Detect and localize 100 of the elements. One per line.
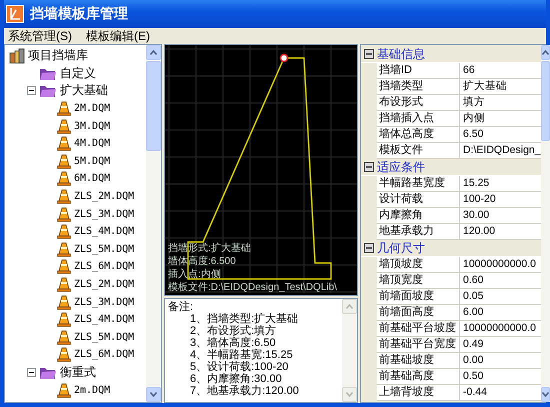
property-name: 前基础高度 xyxy=(377,369,460,384)
tree-item[interactable]: 2m.DQM xyxy=(74,384,110,396)
property-value[interactable]: -0.44 xyxy=(460,385,541,400)
insertion-point-marker[interactable] xyxy=(280,54,288,62)
cone-icon xyxy=(57,136,71,152)
property-name: 布设形式 xyxy=(377,95,460,110)
notes-field[interactable]: 备注: 1、挡墙类型:扩大基础 2、布设形式:填方 3、墙体高度:6.50 4、半幅路基宽:15.25 5、设计荷载:100-20 6、内摩擦角:30.00 7、地基承载力:120.00 xyxy=(164,298,358,403)
property-name: 前基础平台坡度 xyxy=(377,321,460,336)
cone-icon xyxy=(57,330,71,345)
property-value[interactable]: 10000000000.0 xyxy=(460,257,541,272)
menu-item[interactable]: 模板编辑(E) xyxy=(86,28,150,44)
tree-item[interactable]: 3M.DQM xyxy=(74,120,110,132)
property-name: 前基础平台宽度 xyxy=(377,337,460,352)
notes-line: 3、墙体高度:6.50 xyxy=(189,337,277,349)
tree-item[interactable]: 项目挡墙库 xyxy=(28,47,88,64)
property-name: 半幅路基宽度 xyxy=(377,176,460,191)
property-name: 上墙背坡度 xyxy=(377,385,460,400)
tree-item[interactable]: ZLS_5M.DQM xyxy=(74,244,134,255)
notes-line: 6、内摩擦角:30.00 xyxy=(189,373,283,385)
cone-icon xyxy=(57,259,71,274)
tree-item[interactable]: 扩大基础 xyxy=(60,82,108,100)
tree-item[interactable]: 6M.DQM xyxy=(74,173,110,184)
property-value[interactable]: 120.00 xyxy=(460,224,541,239)
property-value[interactable]: 0.50 xyxy=(460,369,541,384)
property-name: 前墙面坡度 xyxy=(377,289,460,304)
property-value[interactable]: 15.25 xyxy=(460,176,541,191)
tree-item[interactable]: 5M.DQM xyxy=(74,156,110,167)
folder-icon xyxy=(39,83,57,98)
notes-line: 4、半幅路基宽:15.25 xyxy=(189,349,294,361)
tree-item[interactable]: ZLS_2M.DQM xyxy=(74,191,134,202)
cone-icon xyxy=(57,294,71,310)
scroll-down-button[interactable] xyxy=(146,387,161,402)
collapse-toggle[interactable] xyxy=(27,368,36,377)
property-name: 墙顶坡度 xyxy=(377,257,460,272)
cone-icon xyxy=(57,242,71,257)
section-title: 几何尺寸 xyxy=(377,240,425,256)
tree-item[interactable]: ZLS_6M.DQM xyxy=(74,261,134,272)
property-value[interactable]: 10000000000.0 xyxy=(460,321,541,336)
property-value[interactable]: 66 xyxy=(460,63,541,78)
tree-item[interactable]: ZLS_2M.DQM xyxy=(74,279,134,290)
property-value[interactable]: 30.00 xyxy=(460,208,541,223)
cone-icon xyxy=(57,118,71,134)
scroll-thumb[interactable] xyxy=(146,61,161,151)
property-value[interactable]: 填方 xyxy=(460,95,541,110)
tree-item[interactable]: 衡重式 xyxy=(60,364,96,381)
tree-item[interactable]: ZLS_4M.DQM xyxy=(74,226,134,238)
property-value[interactable]: 100-20 xyxy=(460,192,541,207)
notes-line: 5、设计荷载:100-20 xyxy=(189,361,290,373)
property-value[interactable]: 0.60 xyxy=(460,273,541,288)
property-name: 墙顶宽度 xyxy=(377,273,460,288)
property-value[interactable]: 0.49 xyxy=(460,337,541,352)
property-section-header[interactable]: 基础信息 xyxy=(361,46,541,63)
property-name: 墙体总高度 xyxy=(377,127,460,142)
drawing-info-text: 墙体高度:6.500 xyxy=(168,255,237,268)
property-name: 设计荷载 xyxy=(377,192,460,207)
property-name: 地基承载力 xyxy=(377,224,460,239)
section-title: 基础信息 xyxy=(377,46,425,62)
scrollbar[interactable] xyxy=(146,45,161,402)
collapse-toggle[interactable] xyxy=(364,243,374,253)
scroll-up-button[interactable] xyxy=(146,45,161,60)
cone-icon xyxy=(57,312,71,328)
cone-icon xyxy=(57,277,71,292)
collapse-toggle[interactable] xyxy=(27,86,36,96)
notes-line: 1、挡墙类型:扩大基础 xyxy=(189,313,300,325)
app-icon xyxy=(6,5,24,23)
menu-item[interactable]: 系统管理(S) xyxy=(8,28,72,44)
property-name: 内摩擦角 xyxy=(377,208,460,223)
tree-item[interactable]: ZLS_3M.DQM xyxy=(74,296,134,308)
property-value[interactable]: 6.50 xyxy=(460,127,541,142)
property-name: 挡墙ID xyxy=(377,63,460,78)
cone-icon xyxy=(57,224,71,240)
notes-label: 备注: xyxy=(168,301,194,313)
cone-icon xyxy=(57,206,71,222)
tree-item[interactable]: ZLS_4M.DQM xyxy=(74,314,134,326)
cone-icon xyxy=(57,347,71,362)
notes-line: 2、布设形式:填方 xyxy=(189,325,278,337)
property-value[interactable]: D:\EIDQDesign_ xyxy=(460,143,541,158)
tree-item[interactable]: ZLS_6M.DQM xyxy=(74,349,134,360)
property-name: 前墙面高度 xyxy=(377,305,460,320)
tree-item[interactable]: ZLS_5M.DQM xyxy=(74,332,134,343)
property-value[interactable]: 0.00 xyxy=(460,353,541,368)
property-section-header[interactable]: 几何尺寸 xyxy=(361,240,541,257)
cone-icon xyxy=(57,154,71,169)
tree-item[interactable]: 2M.DQM xyxy=(74,103,110,114)
property-value[interactable]: 扩大基础 xyxy=(460,79,541,94)
cone-icon xyxy=(57,101,71,116)
tree-item[interactable]: 自定义 xyxy=(60,64,96,82)
cone-icon xyxy=(57,171,71,186)
collapse-toggle[interactable] xyxy=(364,49,374,59)
property-name: 模板文件 xyxy=(377,143,460,158)
collapse-toggle[interactable] xyxy=(364,162,374,172)
drawing-info-text: 插入点:内侧 xyxy=(168,268,222,281)
tree-item[interactable]: ZLS_3M.DQM xyxy=(74,208,134,220)
property-section-header[interactable]: 适应条件 xyxy=(361,159,541,176)
cone-icon xyxy=(57,382,71,398)
property-value[interactable]: 内侧 xyxy=(460,111,541,126)
property-value[interactable]: 6.00 xyxy=(460,305,541,320)
property-value[interactable]: 0.05 xyxy=(460,289,541,304)
tree-item[interactable]: 4M.DQM xyxy=(74,138,110,150)
notes-line: 7、地基承载力:120.00 xyxy=(189,385,300,397)
